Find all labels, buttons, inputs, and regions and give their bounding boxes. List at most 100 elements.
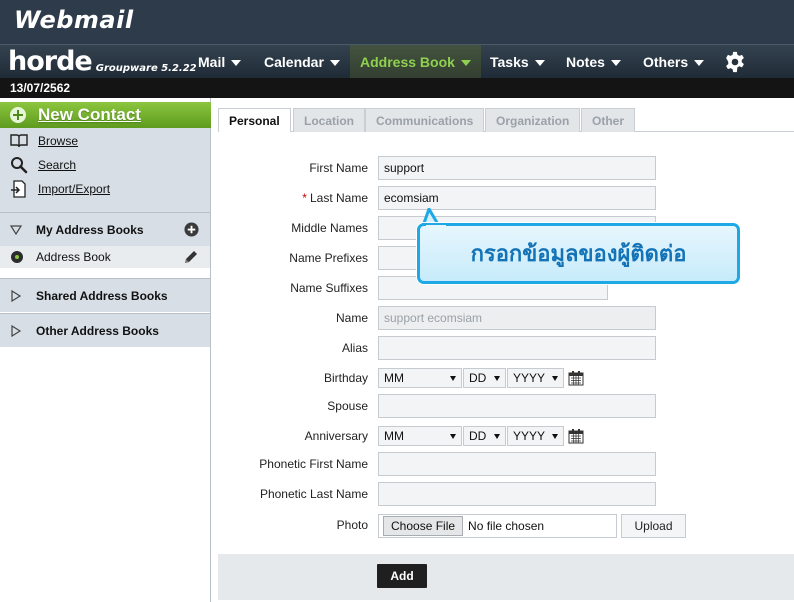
anniversary-year-select[interactable]: YYYY — [507, 426, 564, 446]
birthday-label: Birthday — [323, 371, 368, 385]
import-export-icon — [11, 180, 26, 198]
anniversary-label: Anniversary — [304, 429, 368, 443]
menu-address-book[interactable]: Address Book — [350, 45, 481, 78]
menu-others[interactable]: Others — [633, 45, 714, 78]
tab-other[interactable]: Other — [581, 108, 636, 132]
required-marker: * — [302, 191, 307, 205]
horde-logo-text: horde — [8, 46, 93, 77]
tab-personal[interactable]: Personal — [218, 108, 291, 133]
anniversary-month-select[interactable]: MM — [378, 426, 462, 446]
new-contact-label: New Contact — [38, 105, 141, 124]
triangle-right-icon — [11, 289, 22, 302]
triangle-right-icon — [11, 324, 22, 337]
spouse-label: Spouse — [327, 399, 368, 413]
menu-others-label: Others — [643, 53, 689, 70]
triangle-down-icon — [10, 224, 22, 235]
sidebar-item-label: Import/Export — [38, 182, 111, 196]
spouse-field[interactable] — [378, 394, 656, 418]
chevron-down-icon — [534, 59, 545, 66]
sidebar-item-label: Search — [38, 158, 77, 172]
middle-names-label: Middle Names — [291, 221, 368, 235]
first-name-field[interactable]: support — [378, 156, 656, 180]
active-indicator-icon — [11, 251, 23, 263]
phonetic-last-name-field[interactable] — [378, 482, 656, 506]
shared-address-books-label: Shared Address Books — [36, 288, 168, 303]
contact-form-panel: Personal Location Communications Organiz… — [218, 98, 794, 602]
birthday-day-select[interactable]: DD — [463, 368, 506, 388]
menu-mail[interactable]: Mail — [188, 45, 251, 78]
sidebar-item-search[interactable]: Search — [10, 154, 76, 176]
upload-button[interactable]: Upload — [621, 514, 686, 538]
address-book-item[interactable]: Address Book — [0, 246, 210, 268]
menu-tasks-label: Tasks — [490, 53, 529, 70]
callout-text: กรอกข้อมูลของผู้ติดต่อ — [470, 242, 687, 267]
personal-form: First Name support * Last Name ecomsiam M… — [218, 132, 794, 552]
date-bar: 13/07/2562 — [0, 78, 794, 98]
pencil-icon[interactable] — [183, 249, 199, 265]
menu-calendar[interactable]: Calendar — [254, 45, 350, 78]
last-name-field[interactable]: ecomsiam — [378, 186, 656, 210]
phonetic-first-name-field[interactable] — [378, 452, 656, 476]
first-name-label: First Name — [309, 161, 368, 175]
choose-file-button[interactable]: Choose File — [383, 516, 464, 536]
menu-notes-label: Notes — [566, 53, 605, 70]
name-prefixes-label: Name Prefixes — [289, 251, 368, 265]
magnifier-icon — [11, 157, 28, 174]
sidebar-item-label: Browse — [38, 134, 79, 148]
menu-calendar-label: Calendar — [264, 53, 324, 70]
name-suffixes-label: Name Suffixes — [290, 281, 368, 295]
chevron-down-icon — [460, 59, 471, 66]
new-contact-button[interactable]: New Contact — [0, 102, 211, 128]
birthday-year-select[interactable]: YYYY — [507, 368, 564, 388]
my-address-books-label: My Address Books — [36, 222, 144, 237]
menu-address-book-label: Address Book — [360, 53, 455, 70]
shared-address-books-header[interactable]: Shared Address Books — [0, 278, 210, 312]
name-label: Name — [335, 311, 368, 325]
chevron-down-icon — [329, 59, 340, 66]
menu-notes[interactable]: Notes — [556, 45, 631, 78]
book-icon — [10, 134, 28, 148]
alias-field[interactable] — [378, 336, 656, 360]
photo-file-input[interactable]: Choose File No file chosen — [378, 514, 617, 538]
horde-version: Groupware 5.2.22 — [95, 63, 197, 74]
horde-logo[interactable]: horde Groupware 5.2.22 — [8, 47, 197, 77]
birthday-month-select[interactable]: MM — [378, 368, 462, 388]
photo-label: Photo — [336, 518, 368, 532]
tab-bar: Personal Location Communications Organiz… — [218, 108, 794, 133]
last-name-label-text: Last Name — [309, 191, 368, 205]
plus-circle-icon — [10, 107, 26, 123]
callout-pointer-join — [426, 225, 446, 230]
add-button[interactable]: Add — [377, 564, 427, 588]
chevron-down-icon — [231, 59, 242, 66]
calendar-icon[interactable] — [568, 370, 584, 386]
other-address-books-header[interactable]: Other Address Books — [0, 313, 210, 347]
tab-organization[interactable]: Organization — [485, 108, 581, 132]
phonetic-last-name-label: Phonetic Last Name — [259, 487, 368, 501]
main-menu-bar: horde Groupware 5.2.22 Mail Calendar Add… — [0, 44, 794, 78]
file-status-text: No file chosen — [468, 519, 545, 533]
calendar-icon[interactable] — [568, 428, 584, 444]
address-book-label: Address Book — [36, 250, 111, 264]
webmail-logo: Webmail — [14, 6, 134, 34]
menu-tasks[interactable]: Tasks — [480, 45, 555, 78]
chevron-down-icon — [610, 59, 621, 66]
sidebar-links: Browse Search Import/Export — [0, 128, 210, 212]
sidebar-item-import-export[interactable]: Import/Export — [10, 178, 110, 200]
other-address-books-label: Other Address Books — [36, 323, 159, 338]
instruction-callout: กรอกข้อมูลของผู้ติดต่อ — [417, 223, 740, 284]
sidebar-item-browse[interactable]: Browse — [10, 130, 78, 152]
gear-icon[interactable] — [724, 51, 746, 73]
brand-bar: Webmail — [0, 0, 794, 44]
my-address-books-header[interactable]: My Address Books — [0, 212, 210, 246]
anniversary-day-select[interactable]: DD — [463, 426, 506, 446]
chevron-down-icon — [694, 59, 705, 66]
full-name-field: support ecomsiam — [378, 306, 656, 330]
last-name-label: * Last Name — [218, 191, 368, 205]
tab-location[interactable]: Location — [293, 108, 365, 132]
sidebar: New Contact Browse Search Import/Export — [0, 98, 211, 602]
add-address-book-icon[interactable] — [184, 222, 199, 237]
tab-communications[interactable]: Communications — [365, 108, 485, 132]
menu-mail-label: Mail — [198, 53, 226, 70]
phonetic-first-name-label: Phonetic First Name — [259, 457, 368, 471]
alias-label: Alias — [341, 341, 368, 355]
